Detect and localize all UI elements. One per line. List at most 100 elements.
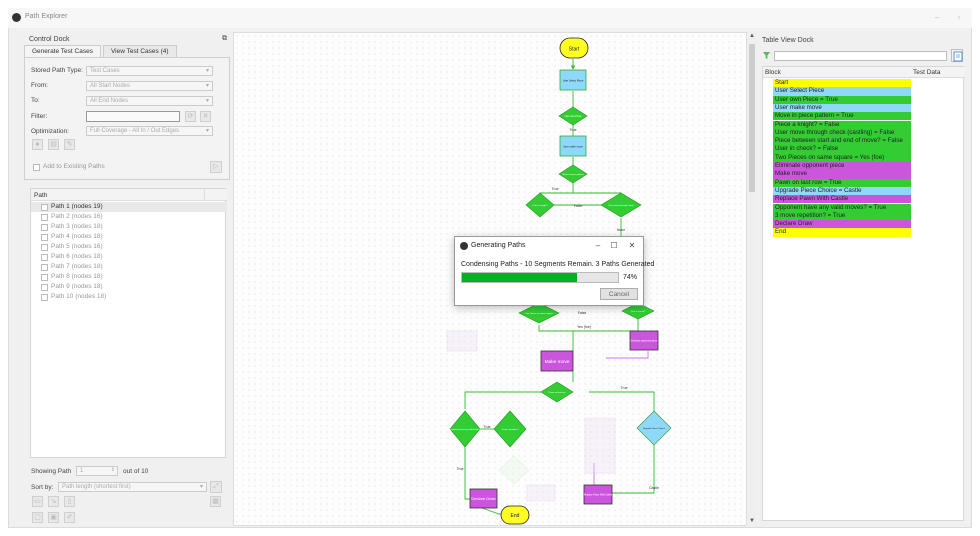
export-excel-icon[interactable]: [951, 49, 963, 62]
generate-icon[interactable]: ●: [32, 139, 43, 150]
table-row[interactable]: Make move: [773, 170, 911, 179]
spinner-arrows-icon[interactable]: ⇕: [111, 466, 115, 475]
list-item[interactable]: Path 4 (nodes 18): [31, 232, 227, 242]
list-item[interactable]: Path 2 (nodes 16): [31, 212, 227, 222]
table-row[interactable]: User own Piece = True: [773, 95, 911, 104]
dialog-maximize-button[interactable]: ☐: [607, 239, 621, 252]
path-checkbox[interactable]: [41, 253, 48, 261]
flow-node-declare-draw-label: Declare Draw: [471, 496, 495, 501]
restore-button[interactable]: ▫: [952, 11, 966, 24]
export-icon[interactable]: ↘: [48, 496, 59, 507]
table-row[interactable]: Piece a knight? = False: [773, 120, 911, 129]
list-item[interactable]: Path 10 (nodes 18): [31, 292, 227, 302]
sort-by-select[interactable]: Path length (shortest first) ▾: [58, 482, 207, 492]
minimize-button[interactable]: –: [930, 11, 944, 24]
open-icon[interactable]: ▢: [32, 512, 43, 523]
table-row[interactable]: 3 move repetition? = True: [773, 211, 911, 221]
path-checkbox[interactable]: [41, 223, 48, 231]
table-row[interactable]: Declare Draw: [773, 220, 911, 229]
scroll-down-icon[interactable]: ▼: [747, 517, 757, 526]
edge-label-true: True: [620, 386, 627, 390]
list-item-label: Path 8 (nodes 18): [51, 273, 103, 280]
tab-generate-test-cases[interactable]: Generate Test Cases: [24, 45, 101, 57]
edge-label-none: None: [617, 228, 625, 232]
control-dock-title: Control Dock: [29, 36, 70, 43]
path-checkbox[interactable]: [41, 243, 48, 251]
path-checkbox[interactable]: [41, 203, 48, 211]
table-row[interactable]: User in check? = False: [773, 145, 911, 154]
to-select[interactable]: All End Nodes ▾: [86, 96, 213, 106]
path-checkbox[interactable]: [41, 293, 48, 301]
list-item-label: Path 10 (nodes 18): [51, 293, 107, 300]
control-dock-tabs: Generate Test Cases View Test Cases (4): [24, 45, 179, 57]
dialog-minimize-button[interactable]: –: [591, 239, 605, 252]
path-checkbox[interactable]: [41, 283, 48, 291]
filter-input[interactable]: [86, 111, 180, 122]
table-row[interactable]: Move in piece pattern = True: [773, 112, 911, 121]
scroll-up-icon[interactable]: ▲: [747, 32, 757, 41]
edit-file-icon[interactable]: ✐: [64, 512, 75, 523]
stored-path-type-value: Test Cases: [90, 68, 120, 74]
list-item[interactable]: Path 8 (nodes 18): [31, 272, 227, 282]
from-select[interactable]: All Start Nodes ▾: [86, 81, 213, 91]
table-row[interactable]: Start: [773, 79, 911, 88]
refresh-icon[interactable]: ⟳: [185, 111, 196, 122]
path-checkbox[interactable]: [41, 263, 48, 271]
table-row[interactable]: Piece between start and end of move? = F…: [773, 137, 911, 146]
scroll-thumb[interactable]: [749, 44, 755, 192]
flow-node-start-label: Start: [569, 47, 580, 53]
title-bar: Path Explorer – ▫: [8, 8, 972, 28]
table-row[interactable]: Upgrade Piece Choice = Castle: [773, 186, 911, 196]
list-item-label: Path 7 (nodes 18): [51, 263, 103, 270]
table-row[interactable]: User move through check (castling) = Fal…: [773, 128, 911, 138]
optimization-select[interactable]: Full Coverage - All In / Out Edges ▾: [86, 126, 213, 136]
path-list-header: Path: [31, 189, 227, 201]
edge-label-true: True: [551, 187, 558, 191]
edge-label-yes-foe: Yes (foe): [577, 325, 591, 329]
from-value: All Start Nodes: [90, 83, 131, 89]
stored-path-type-select[interactable]: Test Cases ▾: [86, 66, 213, 76]
list-item[interactable]: Path 5 (nodes 16): [31, 242, 227, 252]
list-item[interactable]: Path 1 (nodes 19): [31, 202, 227, 212]
canvas-scrollbar[interactable]: ▲ ▼: [746, 32, 756, 526]
edit-icon[interactable]: ✎: [64, 139, 75, 150]
cancel-button[interactable]: Cancel: [600, 288, 638, 300]
table-row[interactable]: End: [773, 228, 911, 237]
table-row[interactable]: Two Pieces on same square = Yes (foe): [773, 153, 911, 162]
filter-icon[interactable]: [763, 52, 770, 59]
to-value: All End Nodes: [90, 98, 129, 104]
list-item-label: Path 1 (nodes 19): [51, 203, 103, 210]
table-row[interactable]: Replace Pawn With Castle: [773, 195, 911, 204]
table-row[interactable]: Pawn on last row = True: [773, 178, 911, 187]
delete-icon[interactable]: ▯: [64, 496, 75, 507]
table-filter-input[interactable]: [774, 51, 947, 61]
dialog-close-button[interactable]: ✕: [625, 239, 639, 252]
grid-icon[interactable]: ▦: [210, 496, 221, 507]
float-dock-icon[interactable]: ⧉: [222, 35, 227, 43]
tab-view-test-cases[interactable]: View Test Cases (4): [102, 45, 177, 57]
list-item[interactable]: Path 6 (nodes 18): [31, 252, 227, 262]
table-row[interactable]: Eliminate opponent piece: [773, 162, 911, 171]
link-icon[interactable]: ⤢: [210, 481, 222, 493]
list-item[interactable]: Path 7 (nodes 18): [31, 262, 227, 272]
print-icon[interactable]: ▭: [32, 496, 43, 507]
path-number-spinner[interactable]: 1 ⇕: [76, 466, 118, 476]
save-icon[interactable]: ▤: [48, 139, 59, 150]
add-existing-label: Add to Existing Paths: [43, 163, 105, 170]
list-item[interactable]: Path 3 (nodes 18): [31, 222, 227, 232]
table-row[interactable]: Opponent have any valid moves? = True: [773, 203, 911, 212]
table-row[interactable]: User make move: [773, 103, 911, 113]
table-row[interactable]: User Select Piece: [773, 87, 911, 96]
clear-filter-icon[interactable]: ✕: [200, 111, 211, 122]
play-icon[interactable]: ▷: [210, 161, 222, 173]
list-item[interactable]: Path 9 (nodes 18): [31, 282, 227, 292]
progress-percent: 74%: [623, 274, 638, 281]
app-logo-icon: [460, 242, 468, 250]
save-file-icon[interactable]: ▣: [48, 512, 59, 523]
path-checkbox[interactable]: [41, 213, 48, 221]
chevron-down-icon: ▾: [205, 98, 209, 104]
path-checkbox[interactable]: [41, 233, 48, 241]
path-checkbox[interactable]: [41, 273, 48, 281]
list-item-label: Path 6 (nodes 18): [51, 253, 103, 260]
add-existing-checkbox[interactable]: [33, 164, 40, 171]
